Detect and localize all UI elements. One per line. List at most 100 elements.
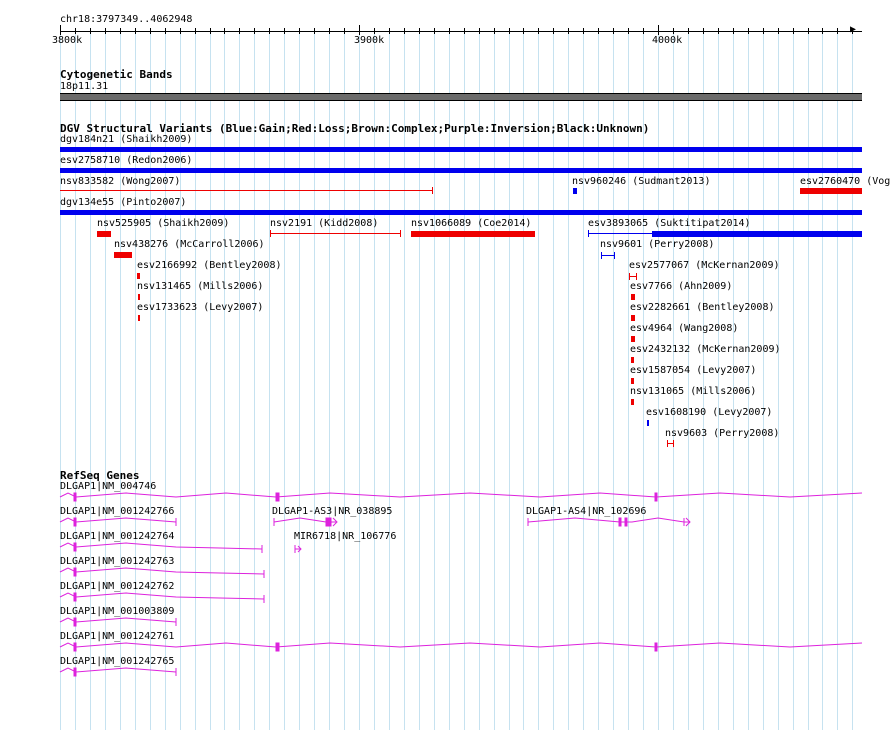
- dgv-feature-label: esv2577067 (McKernan2009): [629, 260, 780, 271]
- grid-line: [703, 28, 704, 730]
- dgv-feature-gain[interactable]: [60, 210, 862, 215]
- ruler-tick: [658, 25, 659, 35]
- genome-browser-view: chr18:3797349..4062948 3800k 3900k 4000k…: [0, 0, 890, 730]
- ruler-tick: [449, 28, 450, 34]
- dgv-feature-label: esv2166992 (Bentley2008): [137, 260, 282, 271]
- ruler-tick: [210, 28, 211, 34]
- dgv-feature-gain[interactable]: [60, 147, 862, 152]
- ruler-tick: [509, 28, 510, 34]
- ruler-tick: [90, 28, 91, 34]
- ruler-tick: [239, 28, 240, 34]
- gene-label: DLGAP1|NM_001242765: [60, 656, 175, 667]
- dgv-feature-loss[interactable]: [631, 399, 634, 405]
- dgv-feature-loss[interactable]: [138, 315, 140, 321]
- dgv-feature-end-tick: [667, 440, 668, 447]
- gene-label: DLGAP1|NM_001242764: [60, 531, 175, 542]
- dgv-feature-loss[interactable]: [411, 231, 535, 237]
- dgv-feature-label: esv1587054 (Levy2007): [630, 365, 757, 376]
- dgv-feature-end-tick: [432, 187, 433, 194]
- gene-label: DLGAP1|NM_001242766: [60, 506, 175, 517]
- dgv-feature-loss[interactable]: [631, 357, 634, 363]
- gene-model[interactable]: [59, 667, 177, 677]
- dgv-feature-loss[interactable]: [631, 294, 635, 300]
- ruler-tick: [105, 28, 106, 34]
- dgv-feature-label: nsv438276 (McCarroll2006): [114, 239, 265, 250]
- dgv-feature-gain[interactable]: [60, 168, 862, 173]
- gene-models: [59, 492, 863, 677]
- dgv-feature-gain[interactable]: [647, 420, 649, 426]
- cytoband-label: 18p11.31: [60, 81, 109, 92]
- gene-label: DLGAP1|NM_004746: [60, 481, 157, 492]
- grid-line: [778, 28, 779, 730]
- ruler-label-3800k: 3800k: [52, 35, 83, 46]
- dgv-feature-loss[interactable]: [114, 252, 132, 258]
- dgv-feature-end-tick: [270, 230, 271, 237]
- ruler-tick: [628, 28, 629, 34]
- dgv-feature-end-tick: [400, 230, 401, 237]
- ruler-right-arrow[interactable]: ▶: [850, 24, 856, 36]
- ruler-tick: [793, 28, 794, 34]
- dgv-feature-loss[interactable]: [631, 378, 634, 384]
- dgv-feature-loss[interactable]: [137, 273, 140, 279]
- gene-model[interactable]: [294, 545, 302, 553]
- grid-line: [733, 28, 734, 730]
- ruler-tick: [479, 28, 480, 34]
- ruler-tick: [688, 28, 689, 34]
- cytoband-track-title[interactable]: Cytogenetic Bands: [60, 68, 173, 81]
- ruler-tick: [224, 28, 225, 34]
- dgv-feature-end-tick: [601, 252, 602, 259]
- grid-line: [852, 28, 853, 730]
- ruler-tick: [718, 28, 719, 34]
- dgv-feature-gain-line[interactable]: [601, 255, 615, 256]
- dgv-feature-gain[interactable]: [573, 188, 577, 194]
- ruler-tick: [837, 28, 838, 34]
- gene-model[interactable]: [59, 617, 177, 627]
- gene-label: MIR6718|NR_106776: [294, 531, 397, 542]
- dgv-feature-loss[interactable]: [800, 188, 862, 194]
- gene-label: DLGAP1|NM_001242763: [60, 556, 175, 567]
- dgv-feature-loss[interactable]: [631, 336, 635, 342]
- ruler-tick: [703, 28, 704, 34]
- ruler-tick: [822, 28, 823, 34]
- dgv-feature-label: esv1608190 (Levy2007): [646, 407, 773, 418]
- dgv-feature-loss[interactable]: [60, 190, 433, 191]
- gene-model[interactable]: [59, 517, 177, 527]
- dgv-feature-loss[interactable]: [138, 294, 140, 300]
- grid-line: [688, 28, 689, 730]
- dgv-feature-loss[interactable]: [631, 315, 635, 321]
- dgv-feature-gain-line[interactable]: [588, 233, 652, 234]
- grid-line: [673, 28, 674, 730]
- grid-line: [822, 28, 823, 730]
- dgv-feature-loss[interactable]: [97, 231, 111, 237]
- ruler-tick: [374, 28, 375, 34]
- dgv-feature-label: nsv960246 (Sudmant2013): [572, 176, 711, 187]
- location-label: chr18:3797349..4062948: [60, 14, 193, 25]
- ruler-tick: [748, 28, 749, 34]
- grid-line: [658, 28, 659, 730]
- dgv-feature-label: nsv525905 (Shaikh2009): [97, 218, 230, 229]
- gene-label: DLGAP1|NM_001003809: [60, 606, 175, 617]
- ruler-tick: [165, 28, 166, 34]
- ruler-tick: [284, 28, 285, 34]
- dgv-feature-label: nsv9603 (Perry2008): [665, 428, 780, 439]
- ruler-label-3900k: 3900k: [354, 35, 385, 46]
- grid-line: [793, 28, 794, 730]
- ruler-tick: [494, 28, 495, 34]
- dgv-feature-label: nsv833582 (Wong2007): [60, 176, 181, 187]
- gene-label: DLGAP1|NM_001242762: [60, 581, 175, 592]
- dgv-feature-loss[interactable]: [270, 233, 401, 234]
- grid-line: [837, 28, 838, 730]
- ruler-tick: [733, 28, 734, 34]
- ruler-tick: [404, 28, 405, 34]
- cytoband-glyph[interactable]: [60, 93, 862, 101]
- ruler-tick: [60, 25, 61, 35]
- ruler-tick: [75, 28, 76, 34]
- ruler-tick: [673, 28, 674, 34]
- ruler-tick: [434, 28, 435, 34]
- dgv-feature-gain[interactable]: [652, 231, 862, 237]
- ruler-tick: [195, 28, 196, 34]
- gene-label: DLGAP1-AS3|NR_038895: [272, 506, 393, 517]
- ruler-tick: [359, 25, 360, 35]
- ruler-tick: [150, 28, 151, 34]
- ruler-tick: [538, 28, 539, 34]
